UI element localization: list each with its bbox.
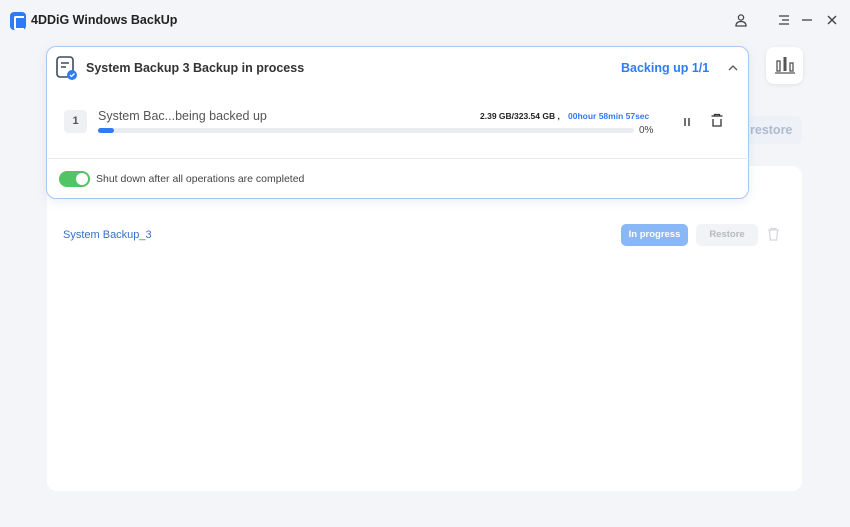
progress-fill: [98, 128, 114, 133]
app-title: 4DDiG Windows BackUp: [31, 13, 178, 27]
popup-header[interactable]: System Backup 3 Backup in process Backin…: [47, 47, 748, 89]
task-size: 2.39 GB/323.54 GB ,: [480, 111, 560, 121]
backup-list-panel: [47, 166, 802, 491]
backup-status: Backing up 1/1: [621, 61, 710, 75]
restore-row-button[interactable]: Restore: [696, 224, 758, 246]
pause-icon[interactable]: [681, 115, 693, 133]
stop-trash-icon[interactable]: [710, 113, 724, 133]
close-icon[interactable]: [822, 10, 842, 30]
backup-document-icon: [55, 55, 79, 86]
backup-task-row: 1 System Bac...being backed up 2.39 GB/3…: [47, 95, 748, 157]
restore-button[interactable]: restore: [740, 116, 802, 144]
task-index: 1: [64, 110, 87, 133]
progress-bar: [98, 128, 634, 133]
divider: [48, 158, 749, 159]
user-icon[interactable]: [731, 10, 751, 30]
trash-icon[interactable]: [767, 227, 780, 246]
backup-name[interactable]: System Backup_3: [63, 229, 152, 241]
list-item: System Backup_3 In progress Restore: [47, 221, 802, 251]
popup-title: System Backup 3 Backup in process: [86, 61, 305, 75]
task-time-remaining: 00hour 58min 57sec: [568, 111, 650, 121]
chevron-up-icon[interactable]: [726, 61, 740, 80]
minimize-icon[interactable]: [797, 10, 817, 30]
backup-chart-icon[interactable]: [766, 47, 803, 84]
menu-icon[interactable]: [774, 10, 794, 30]
task-name: System Bac...being backed up: [98, 109, 267, 123]
backup-progress-popup: System Backup 3 Backup in process Backin…: [46, 46, 749, 199]
app-logo-icon: [10, 12, 26, 30]
task-percent: 0%: [639, 125, 654, 136]
shutdown-toggle[interactable]: [59, 171, 90, 187]
in-progress-button[interactable]: In progress: [621, 224, 688, 246]
title-bar: 4DDiG Windows BackUp: [0, 0, 850, 40]
shutdown-toggle-label: Shut down after all operations are compl…: [96, 173, 305, 185]
